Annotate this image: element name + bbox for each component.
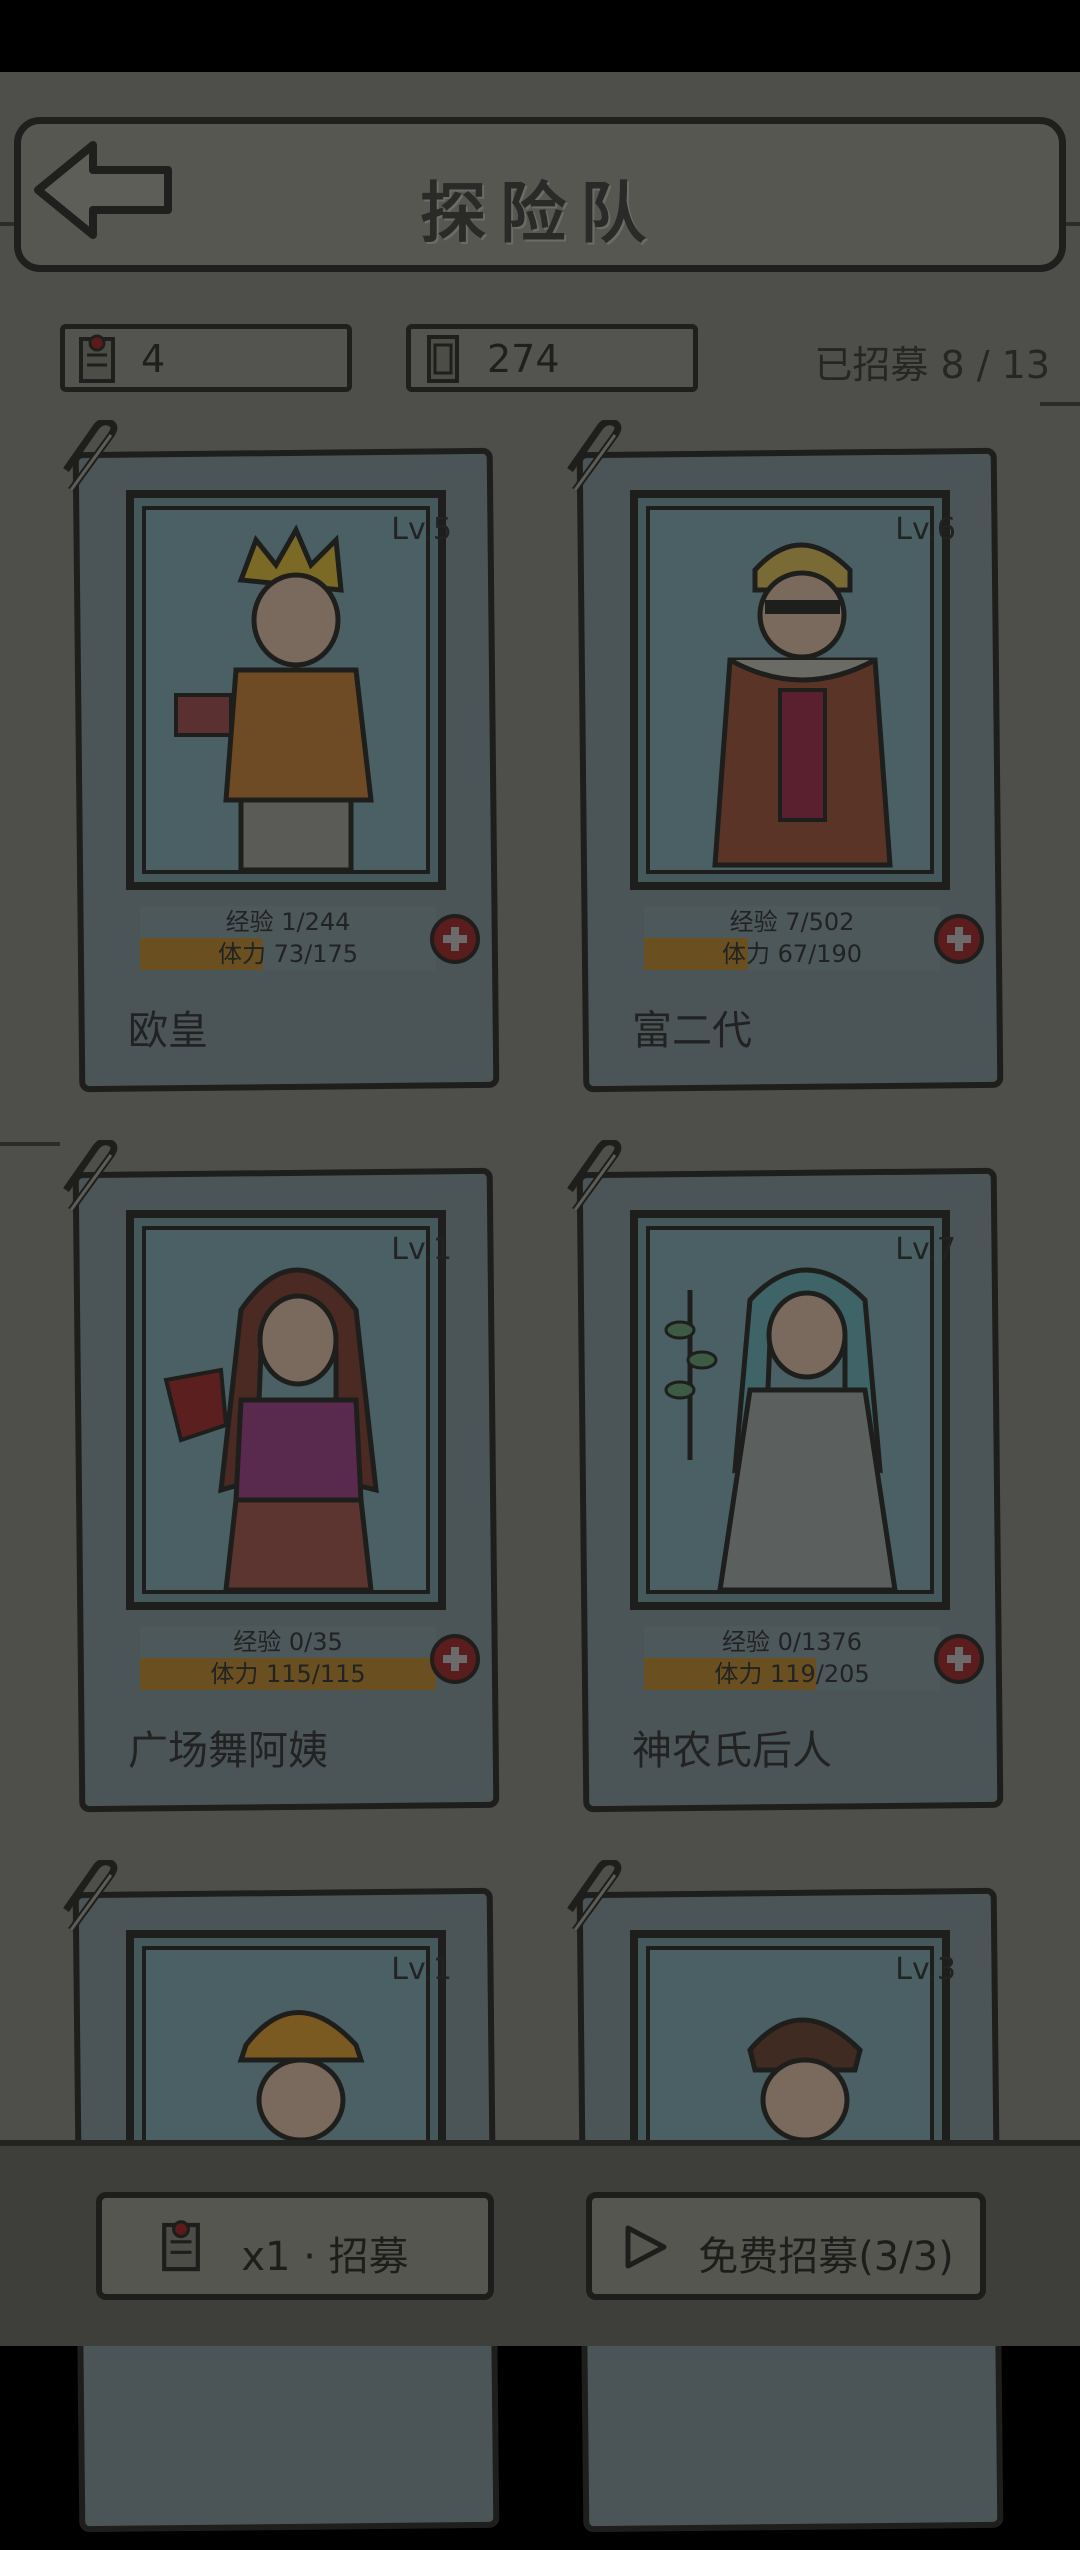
- recruited-count: 已招募 8 / 13: [814, 343, 1050, 387]
- portrait-frame: [630, 1210, 950, 1610]
- stamina-text: 体力 67/190: [721, 940, 863, 968]
- coin-count: 274: [487, 337, 560, 381]
- stamina-text: 体力 73/175: [217, 940, 359, 968]
- paperclip-icon: [63, 1860, 118, 1933]
- hero-stamina: 体力 73/175: [140, 938, 436, 970]
- hero-portrait: [664, 1267, 898, 1593]
- hero-exp: 经验 0/1376: [644, 1626, 940, 1658]
- hero-name: 神农氏后人: [632, 1728, 832, 1774]
- wood-divider: [1040, 402, 1080, 406]
- hero-level: Lv.1: [391, 1232, 452, 1267]
- ticket-count: 4: [141, 337, 166, 381]
- stamina-text: 体力 115/115: [210, 1660, 366, 1688]
- hero-card[interactable]: Lv.6 经验 7/502 体力 67/190 富二代: [567, 420, 1010, 1110]
- hero-exp: 经验 0/35: [140, 1626, 436, 1658]
- hero-exp: 经验 7/502: [644, 906, 940, 938]
- paperclip-icon: [63, 1140, 118, 1213]
- hero-portrait: [174, 524, 374, 873]
- paperclip-icon: [567, 420, 622, 493]
- add-stamina-button[interactable]: [934, 1634, 984, 1684]
- portrait-frame: [126, 1210, 446, 1610]
- recruit-button[interactable]: x1 · 招募: [96, 2192, 494, 2300]
- paperclip-icon: [567, 1140, 622, 1213]
- wood-divider: [0, 1142, 60, 1146]
- portrait-frame: [126, 490, 446, 890]
- portrait-frame: [630, 490, 950, 890]
- hero-portrait: [712, 542, 893, 868]
- paperclip-icon: [567, 1860, 622, 1933]
- hero-card[interactable]: Lv.5 经验 1/244 体力 73/175 欧皇: [63, 420, 506, 1110]
- add-stamina-button[interactable]: [934, 914, 984, 964]
- recruit-button-label: x1 · 招募: [241, 2234, 409, 2280]
- hero-level: Lv.3: [895, 1952, 956, 1987]
- hero-level: Lv.6: [895, 512, 956, 547]
- add-stamina-button[interactable]: [430, 914, 480, 964]
- hero-portrait: [163, 1267, 379, 1593]
- hero-name: 富二代: [632, 1008, 752, 1054]
- ticket-counter: 4: [60, 324, 352, 392]
- hero-stamina: 体力 119/205: [644, 1658, 940, 1690]
- hero-card[interactable]: Lv.1 经验 0/35 体力 115/115 广场舞阿姨: [63, 1140, 506, 1830]
- hero-name: 广场舞阿姨: [128, 1728, 328, 1774]
- hero-level: Lv.5: [391, 512, 452, 547]
- hero-stamina: 体力 67/190: [644, 938, 940, 970]
- add-stamina-button[interactable]: [430, 1634, 480, 1684]
- stamina-text: 体力 119/205: [714, 1660, 870, 1688]
- free-recruit-button-label: 免费招募(3/3): [698, 2234, 954, 2280]
- play-video-icon: [625, 2225, 667, 2269]
- hero-stamina: 体力 115/115: [140, 1658, 436, 1690]
- status-bar: [0, 0, 1080, 72]
- hero-level: Lv.7: [895, 1232, 956, 1267]
- hero-exp: 经验 1/244: [140, 906, 436, 938]
- coin-note-icon: [427, 335, 459, 383]
- paperclip-icon: [63, 420, 118, 493]
- hero-level: Lv.1: [391, 1952, 452, 1987]
- hero-name: 欧皇: [128, 1008, 208, 1054]
- hero-card[interactable]: Lv.7 经验 0/1376 体力 119/205 神农氏后人: [567, 1140, 1010, 1830]
- recruit-ticket-icon: [79, 334, 115, 383]
- free-recruit-button[interactable]: 免费招募(3/3): [586, 2192, 986, 2300]
- page-title: 探险队: [420, 175, 660, 252]
- coin-counter: 274: [406, 324, 698, 392]
